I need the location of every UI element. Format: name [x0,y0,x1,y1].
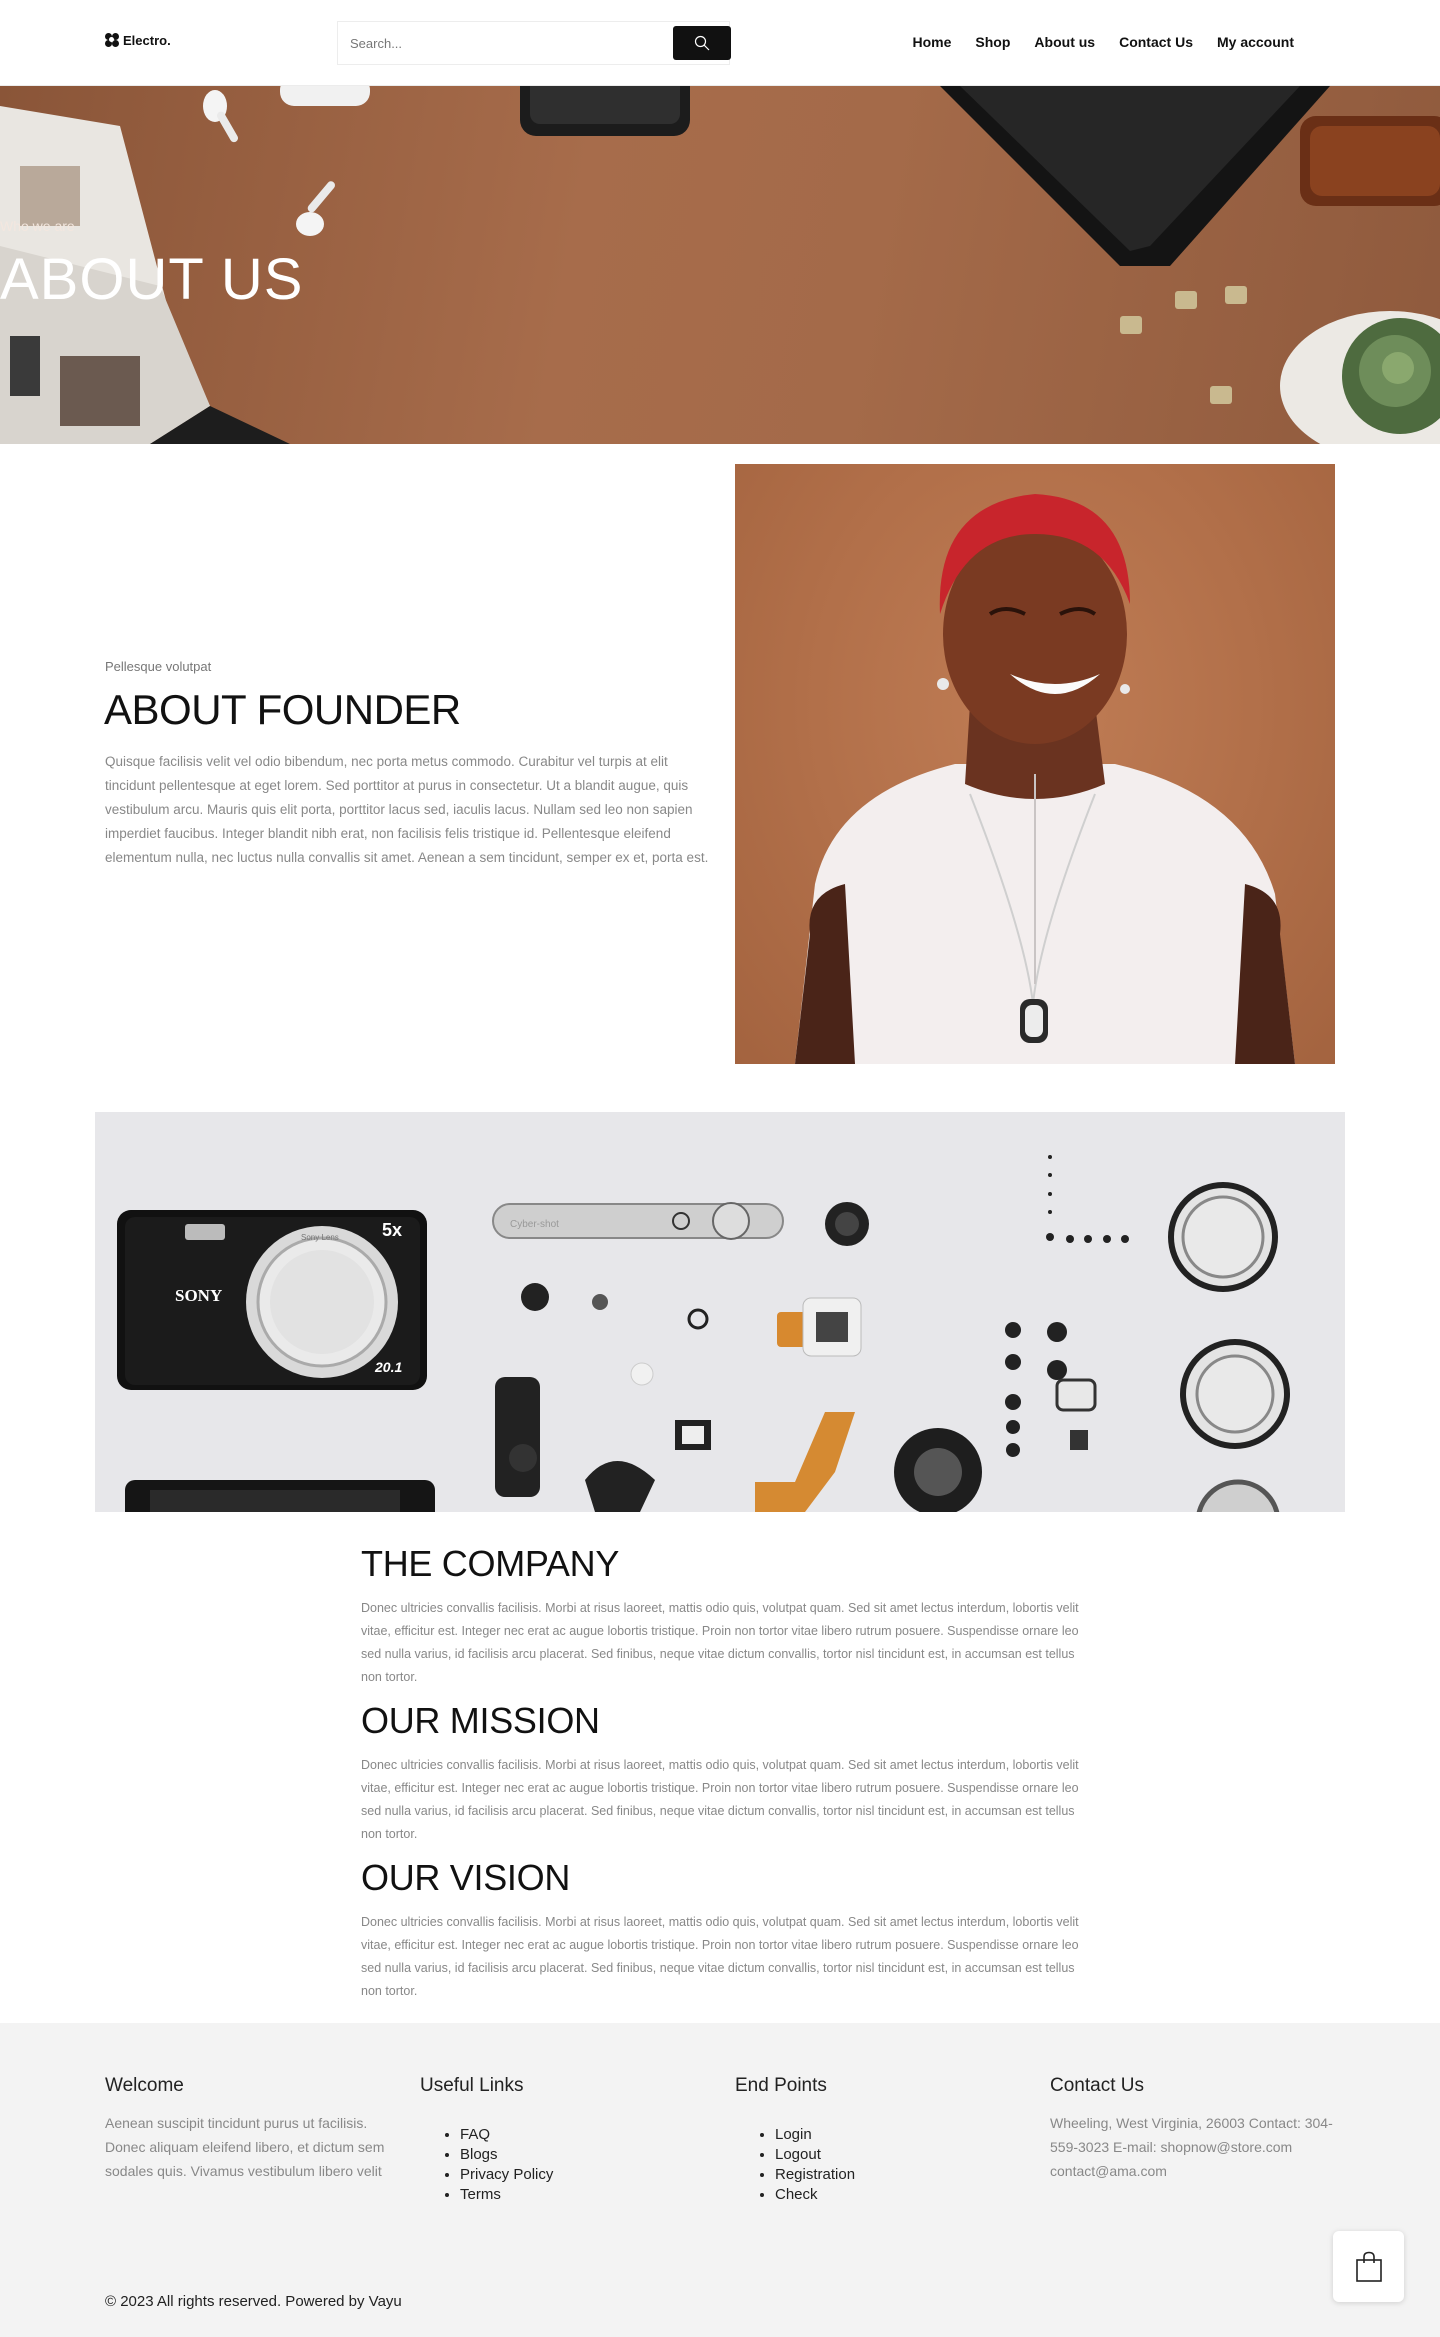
vision-title: OUR VISION [361,1857,571,1898]
founder-body: Quisque facilisis velit vel odio bibendu… [105,754,709,865]
flower-logo-icon [105,33,120,48]
company-body: Donec ultricies convallis facilisis. Mor… [361,1601,1079,1684]
nav-shop[interactable]: Shop [975,34,1010,50]
footer-welcome-text: Aenean suscipit tincidunt purus ut facil… [105,2115,385,2179]
list-item: Logout [775,2145,855,2165]
list-item: Login [775,2125,855,2145]
site-header: Electro. Home Shop About us Contact Us M… [0,0,1440,86]
list-item: Blogs [460,2145,553,2165]
footer-copyright: © 2023 All rights reserved. Powered by V… [105,2293,402,2310]
hero-banner: Who we are ABOUT US [0,86,1440,444]
footer-useful-links-list: FAQ Blogs Privacy Policy Terms [440,2125,553,2205]
footer-link-registration[interactable]: Registration [775,2166,855,2183]
footer-link-faq[interactable]: FAQ [460,2126,490,2143]
company-title: THE COMPANY [361,1543,620,1584]
mission-title: OUR MISSION [361,1700,600,1741]
camera-parts-image: SONY 5x Sony Lens 20.1 Cyber-shot [95,1112,1345,1512]
footer-contact-title: Contact Us [1050,2075,1144,2096]
camera-brand-text: SONY [175,1286,222,1305]
logo-text: Electro. [123,33,171,48]
footer-link-login[interactable]: Login [775,2126,812,2143]
list-item: FAQ [460,2125,553,2145]
floating-cart-button[interactable] [1333,2231,1404,2302]
camera-zoom-text: 5x [382,1220,402,1240]
footer-contact-text: Wheeling, West Virginia, 26003 Contact: … [1050,2115,1333,2179]
search-bar [337,21,731,65]
search-icon [694,35,710,51]
footer-end-points-title: End Points [735,2075,827,2096]
main-nav: Home Shop About us Contact Us My account [913,34,1294,50]
footer-link-privacy-policy[interactable]: Privacy Policy [460,2166,553,2183]
footer-link-check[interactable]: Check [775,2186,818,2203]
nav-my-account[interactable]: My account [1217,34,1294,50]
nav-about-us[interactable]: About us [1034,34,1095,50]
footer-useful-links-title: Useful Links [420,2075,524,2096]
nav-contact-us[interactable]: Contact Us [1119,34,1193,50]
site-logo[interactable]: Electro. [105,33,171,48]
camera-lens-text: Sony Lens [301,1233,339,1242]
list-item: Check [775,2185,855,2205]
founder-title: ABOUT FOUNDER [104,686,461,733]
list-item: Registration [775,2165,855,2185]
camera-mp-text: 20.1 [374,1359,402,1375]
shopping-bag-icon [1355,2251,1382,2282]
footer-link-blogs[interactable]: Blogs [460,2146,498,2163]
site-footer: Welcome Aenean suscipit tincidunt purus … [0,2023,1440,2337]
hero-kicker: Who we are [0,218,75,234]
vision-body: Donec ultricies convallis facilisis. Mor… [361,1915,1079,1998]
founder-portrait-image [795,494,1295,1064]
footer-welcome-title: Welcome [105,2075,184,2096]
founder-kicker: Pellesque volutpat [105,659,212,674]
list-item: Terms [460,2185,553,2205]
footer-end-points-list: Login Logout Registration Check [755,2125,855,2205]
footer-link-logout[interactable]: Logout [775,2146,821,2163]
camera-strip-text: Cyber-shot [510,1219,559,1230]
search-button[interactable] [673,26,731,60]
footer-link-terms[interactable]: Terms [460,2186,501,2203]
camera-parts-illustration: SONY 5x Sony Lens 20.1 Cyber-shot [117,1155,1290,1512]
nav-home[interactable]: Home [913,34,952,50]
mission-body: Donec ultricies convallis facilisis. Mor… [361,1758,1079,1841]
list-item: Privacy Policy [460,2165,553,2185]
hero-title: ABOUT US [0,247,304,312]
search-input[interactable] [338,22,668,64]
founder-photo [735,464,1335,1064]
